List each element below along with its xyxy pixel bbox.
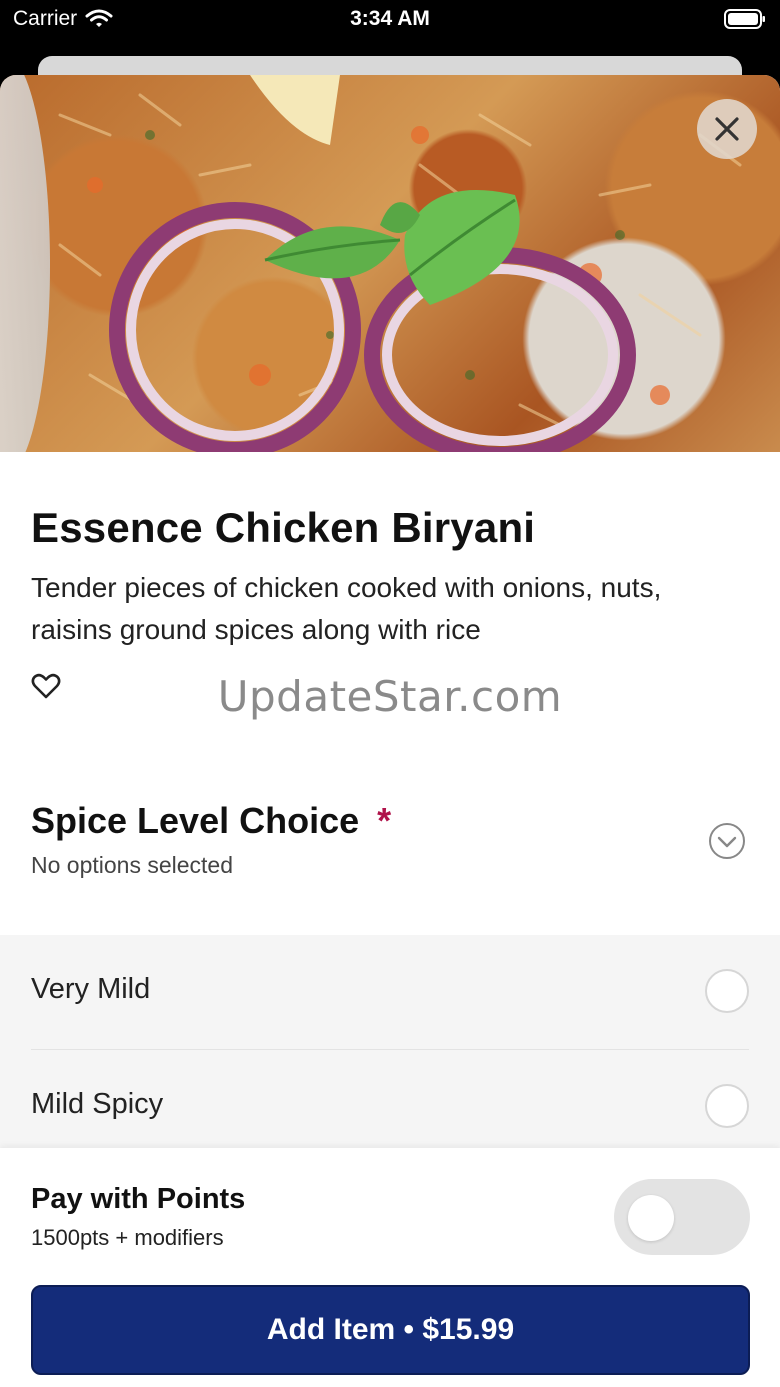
modifier-group-title: Spice Level Choice * — [31, 800, 391, 842]
item-title: Essence Chicken Biryani — [31, 504, 536, 551]
battery-icon — [724, 9, 765, 29]
modifier-group-status: No options selected — [31, 852, 234, 878]
option-label: Mild Spicy — [31, 1088, 164, 1120]
item-description: Tender pieces of chicken cooked with oni… — [31, 572, 662, 645]
pay-with-points-toggle[interactable] — [614, 1179, 750, 1255]
biryani-illustration — [58, 75, 742, 452]
close-icon — [715, 117, 739, 141]
status-time: 3:34 AM — [350, 7, 430, 30]
modifier-group-title-text: Spice Level Choice — [31, 800, 360, 841]
status-bar: Carrier 3:34 AM — [0, 0, 780, 40]
toggle-knob — [628, 1195, 674, 1241]
chevron-down-icon — [709, 823, 745, 859]
option-label: Very Mild — [31, 973, 151, 1005]
expand-modifier-button[interactable] — [708, 822, 746, 860]
option-radio[interactable] — [705, 969, 749, 1013]
watermark: UpdateStar.com — [217, 672, 563, 721]
required-indicator: * — [377, 800, 392, 841]
footer: Pay with Points 1500pts + modifiers Add … — [0, 1148, 780, 1387]
option-radio[interactable] — [705, 1084, 749, 1128]
option-very-mild[interactable]: Very Mild — [0, 935, 780, 1049]
item-image — [0, 75, 780, 452]
option-mild-spicy[interactable]: Mild Spicy — [0, 1050, 780, 1164]
pay-with-points-title: Pay with Points — [31, 1183, 246, 1215]
close-button[interactable] — [697, 99, 757, 159]
pay-with-points-subtitle: 1500pts + modifiers — [31, 1225, 224, 1250]
modifier-options: Very Mild Mild Spicy — [0, 935, 780, 1155]
add-item-button[interactable]: Add Item • $15.99 — [31, 1285, 750, 1375]
